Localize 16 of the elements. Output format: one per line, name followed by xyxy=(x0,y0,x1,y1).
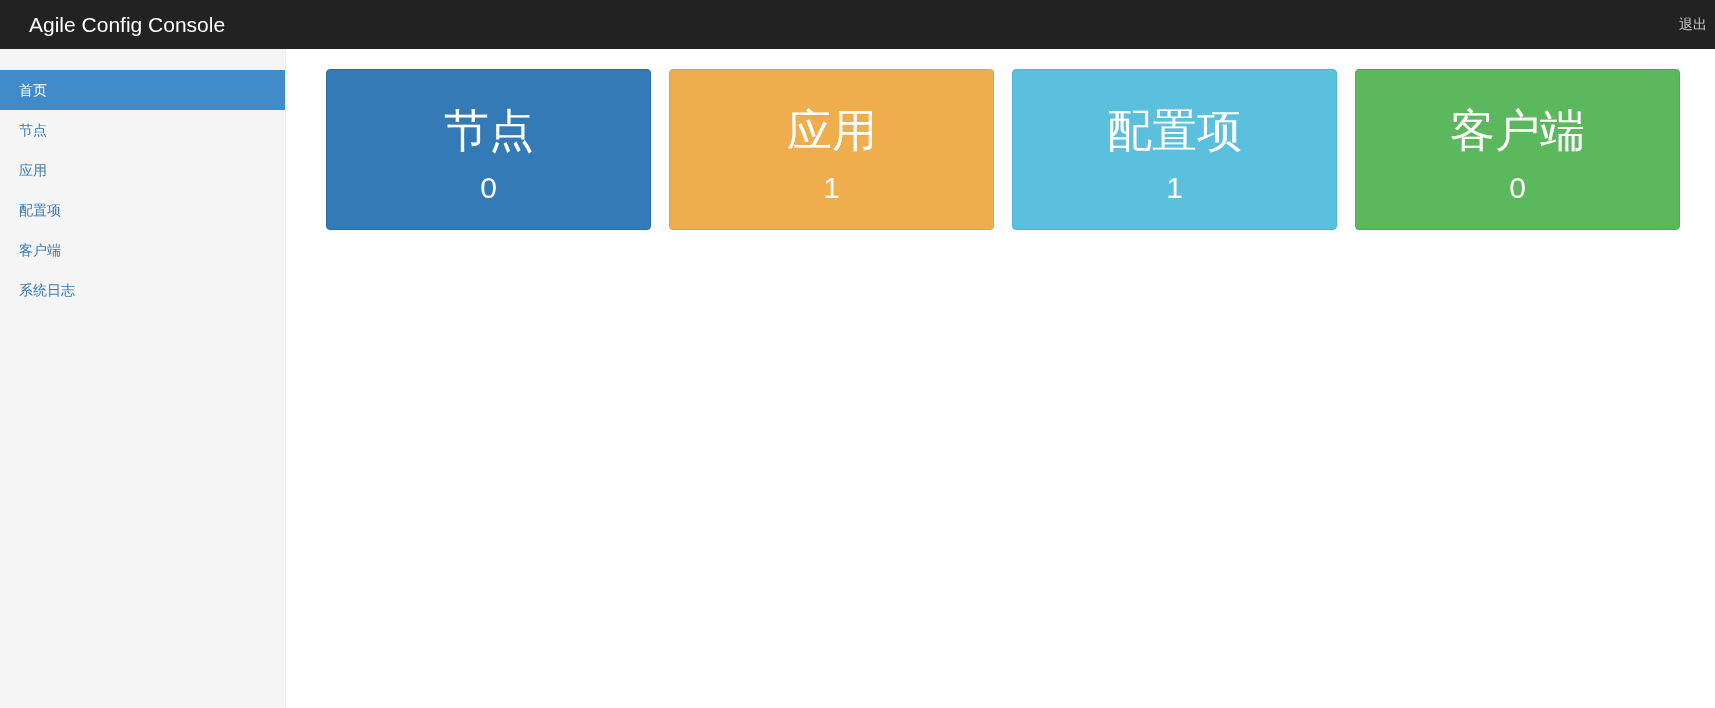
card-title: 应用 xyxy=(786,108,877,153)
sidebar-item[interactable]: 应用 xyxy=(0,150,285,190)
card-count: 1 xyxy=(1166,173,1183,203)
sidebar-item[interactable]: 客户端 xyxy=(0,230,285,270)
sidebar-item[interactable]: 系统日志 xyxy=(0,270,285,310)
card-count: 1 xyxy=(823,173,840,203)
card-count: 0 xyxy=(480,173,497,203)
sidebar-item[interactable]: 配置项 xyxy=(0,190,285,230)
card-title: 客户端 xyxy=(1450,108,1585,153)
card-count: 0 xyxy=(1509,173,1526,203)
sidebar-item[interactable]: 节点 xyxy=(0,110,285,150)
sidebar-item[interactable]: 首页 xyxy=(0,70,285,110)
logout-link[interactable]: 退出 xyxy=(1679,14,1707,35)
card-title: 节点 xyxy=(443,108,534,153)
card-title: 配置项 xyxy=(1107,108,1242,153)
brand-link[interactable]: Agile Config Console xyxy=(29,14,226,35)
